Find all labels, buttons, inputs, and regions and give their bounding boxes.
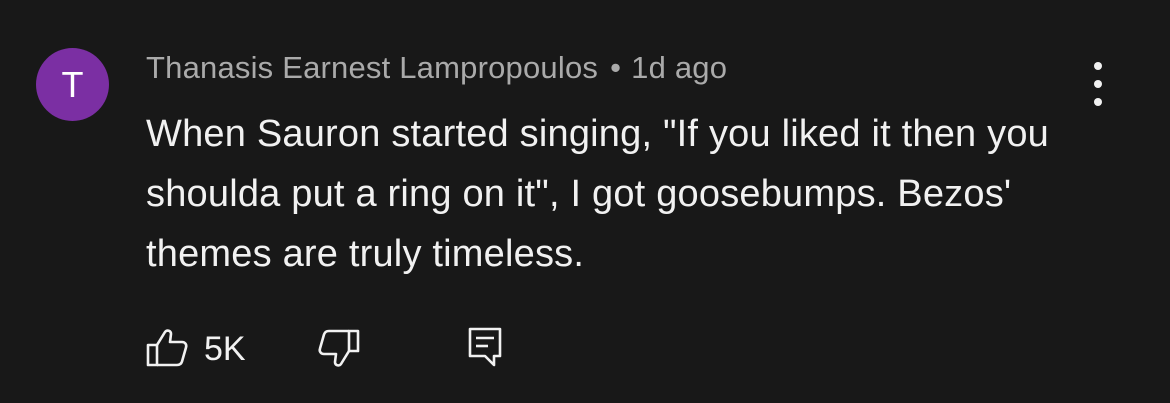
comment-actions: 5K	[146, 322, 566, 372]
thumbs-up-icon	[146, 329, 188, 367]
separator-dot: •	[610, 50, 622, 85]
comment-header: Thanasis Earnest Lampropoulos • 1d ago	[146, 50, 727, 86]
comment-card: T Thanasis Earnest Lampropoulos • 1d ago W…	[0, 0, 1170, 403]
avatar[interactable]: T	[36, 48, 109, 121]
comment-reply-icon	[468, 327, 502, 367]
like-button[interactable]	[146, 328, 190, 368]
reply-button[interactable]	[466, 326, 506, 368]
author-name[interactable]: Thanasis Earnest Lampropoulos	[146, 50, 598, 85]
more-options-button[interactable]	[1082, 62, 1114, 106]
more-vertical-icon	[1094, 62, 1102, 70]
thumbs-down-icon	[318, 329, 360, 367]
comment-text: When Sauron started singing, "If you lik…	[146, 113, 1050, 275]
timestamp[interactable]: 1d ago	[631, 50, 727, 85]
dislike-button[interactable]	[316, 328, 360, 368]
like-count: 5K	[204, 330, 246, 368]
